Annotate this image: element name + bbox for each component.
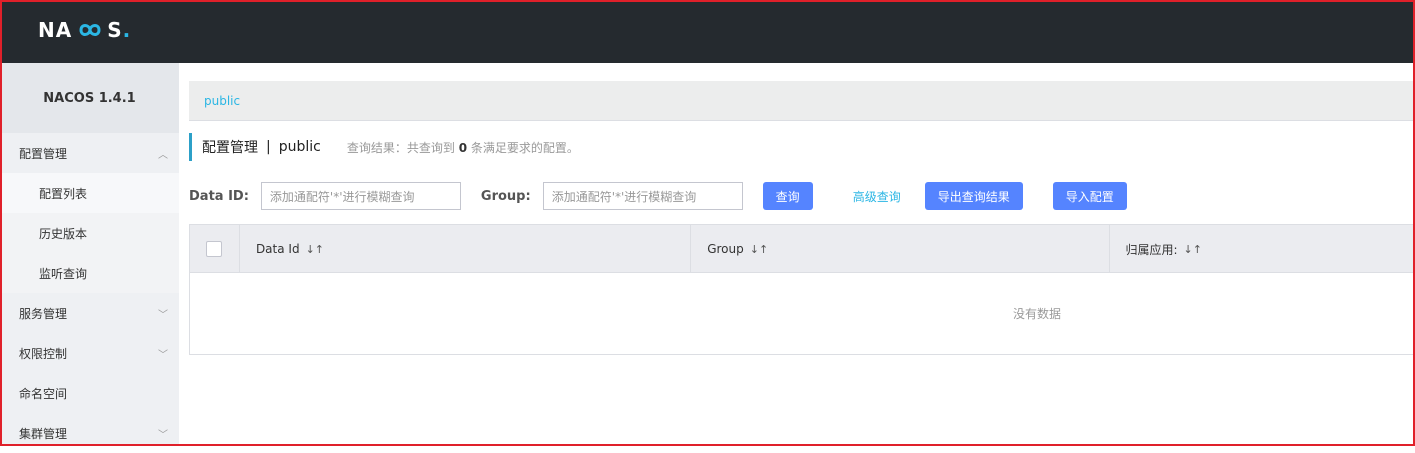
sort-icon[interactable]: ↓↑ (306, 243, 324, 256)
sidebar-item-label: 监听查询 (39, 266, 88, 281)
config-table: Data Id ↓↑ Group ↓↑ 归属应用: ↓↑ 没有数据 (189, 224, 1415, 355)
namespace-bar: public (189, 81, 1415, 121)
sort-icon[interactable]: ↓↑ (1184, 243, 1202, 256)
logo-text-left: NA (38, 18, 73, 42)
dataid-input[interactable]: 添加通配符'*'进行模糊查询 (260, 182, 461, 210)
sidebar-item-label: 命名空间 (19, 386, 68, 401)
result-count: 0 (458, 140, 468, 155)
sidebar-item-cluster-management[interactable]: 集群管理 ﹀ (0, 413, 179, 453)
sidebar-item-access-control[interactable]: 权限控制 ﹀ (0, 333, 179, 373)
dataid-label: Data ID: (189, 188, 249, 204)
chevron-down-icon: ﹀ (158, 349, 168, 361)
sidebar-item-label: 权限控制 (19, 346, 68, 361)
column-header-group[interactable]: Group ↓↑ (691, 225, 1110, 273)
logo-dot: . (122, 18, 132, 42)
chevron-up-icon: ︿ (158, 149, 168, 161)
group-label: Group: (480, 188, 531, 204)
chevron-down-icon: ﹀ (158, 429, 168, 441)
sidebar-item-config-list[interactable]: 配置列表 (0, 173, 179, 213)
title-namespace: public (278, 139, 321, 155)
namespace-link-public[interactable]: public (204, 94, 240, 108)
sidebar-item-history[interactable]: 历史版本 (0, 213, 179, 253)
main-content: public 配置管理 | public 查询结果：共查询到 0 条满足要求的配… (179, 63, 1415, 446)
version-label: NACOS 1.4.1 (0, 63, 179, 133)
column-label: Data Id (255, 242, 300, 256)
sidebar-item-service-management[interactable]: 服务管理 ﹀ (0, 293, 179, 333)
page-title: 配置管理 (202, 140, 258, 156)
export-results-button[interactable]: 导出查询结果 (924, 182, 1023, 210)
sidebar-item-label: 历史版本 (39, 226, 88, 241)
result-prefix: 查询结果：共查询到 (346, 140, 455, 155)
group-input[interactable]: 添加通配符'*'进行模糊查询 (542, 182, 743, 210)
query-button[interactable]: 查询 (762, 182, 813, 210)
column-label: Group (707, 242, 744, 256)
sidebar-item-listener-query[interactable]: 监听查询 (0, 253, 179, 293)
sidebar-item-label: 配置列表 (39, 186, 88, 201)
sidebar: NACOS 1.4.1 配置管理 ︿ 配置列表 历史版本 监听查询 服务管理 ﹀… (0, 63, 179, 446)
logo-text-right: S (107, 18, 123, 42)
sidebar-item-label: 配置管理 (19, 146, 68, 161)
nacos-logo[interactable]: NA S . (38, 17, 131, 43)
page-title-row: 配置管理 | public 查询结果：共查询到 0 条满足要求的配置。 (189, 133, 579, 161)
advanced-query-link[interactable]: 高级查询 (853, 188, 901, 205)
column-label: 归属应用: (1125, 242, 1178, 257)
sort-icon[interactable]: ↓↑ (750, 243, 768, 256)
top-header: NA S . (0, 0, 1415, 63)
sidebar-item-label: 集群管理 (19, 426, 68, 441)
result-suffix: 条满足要求的配置。 (470, 140, 579, 155)
column-header-app[interactable]: 归属应用: ↓↑ (1110, 225, 1415, 273)
select-all-checkbox[interactable] (206, 241, 222, 257)
search-bar: Data ID: 添加通配符'*'进行模糊查询 Group: 添加通配符'*'进… (189, 182, 1127, 210)
logo-infinity-icon (79, 24, 101, 36)
query-result-summary: 查询结果：共查询到 0 条满足要求的配置。 (347, 139, 579, 156)
chevron-down-icon: ﹀ (158, 309, 168, 321)
column-header-dataid[interactable]: Data Id ↓↑ (240, 225, 692, 273)
table-empty-text: 没有数据 (1012, 307, 1061, 321)
sidebar-item-label: 服务管理 (19, 306, 68, 321)
table-header: Data Id ↓↑ Group ↓↑ 归属应用: ↓↑ (190, 225, 1414, 273)
select-all-cell (190, 225, 240, 273)
title-separator: | (266, 139, 271, 155)
sidebar-item-namespace[interactable]: 命名空间 (0, 373, 179, 413)
sidebar-item-config-management[interactable]: 配置管理 ︿ (0, 133, 179, 173)
import-config-button[interactable]: 导入配置 (1052, 182, 1127, 210)
title-accent-bar (189, 133, 192, 161)
